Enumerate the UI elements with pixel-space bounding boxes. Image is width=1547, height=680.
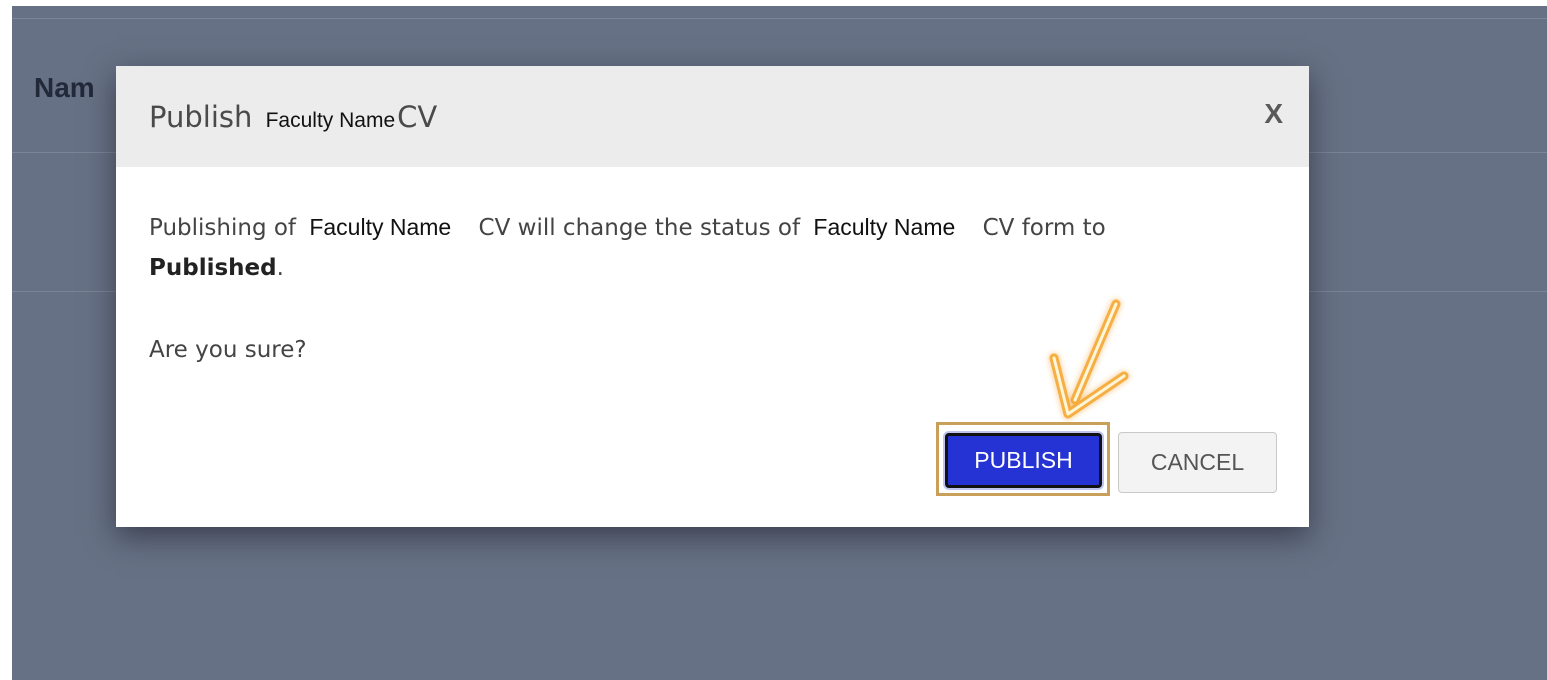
dialog-title-suffix: CV bbox=[397, 100, 438, 134]
background-divider bbox=[12, 18, 1547, 19]
dialog-title-faculty-name: Faculty Name bbox=[265, 109, 396, 132]
confirm-question: Are you sure? bbox=[149, 337, 307, 363]
message-text: CV will change the status of bbox=[478, 215, 801, 241]
background-heading: Nam bbox=[34, 72, 95, 103]
message-text: Publishing of bbox=[149, 215, 297, 241]
message-text: CV form to bbox=[982, 215, 1106, 241]
message-status: Published bbox=[149, 255, 277, 281]
message-period: . bbox=[276, 255, 284, 281]
dialog-header: Publish Faculty NameCV X bbox=[116, 66, 1309, 167]
dialog-title-prefix: Publish bbox=[149, 100, 253, 134]
publish-button[interactable]: PUBLISH bbox=[945, 433, 1102, 488]
message-faculty-name: Faculty Name bbox=[813, 214, 956, 240]
message-faculty-name: Faculty Name bbox=[309, 214, 452, 240]
close-button[interactable]: X bbox=[1264, 98, 1283, 130]
dialog-title: Publish Faculty NameCV bbox=[149, 100, 437, 134]
cancel-button[interactable]: CANCEL bbox=[1118, 432, 1277, 493]
arrow-pointer-icon bbox=[1049, 299, 1129, 419]
page: Nam Publish Faculty NameCV X Publishing … bbox=[0, 0, 1547, 680]
dialog-message: Publishing of Faculty Name CV will chang… bbox=[149, 207, 1279, 288]
